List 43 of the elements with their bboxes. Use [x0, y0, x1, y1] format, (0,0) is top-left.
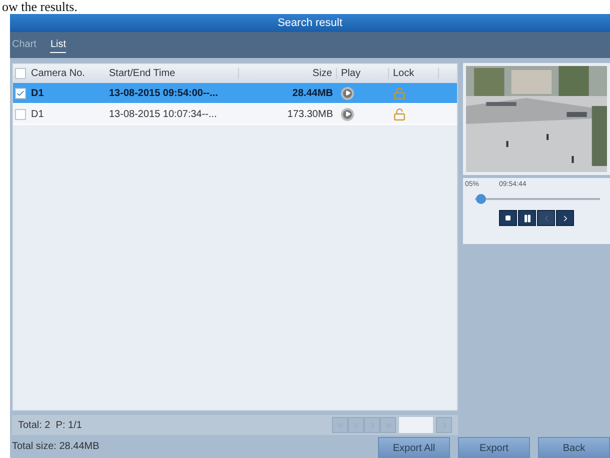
- column-header: Start/End Time: [105, 68, 239, 79]
- column-header: Lock: [389, 68, 439, 79]
- row-checkbox[interactable]: [15, 108, 26, 120]
- column-header: Play: [337, 68, 389, 79]
- footer-button[interactable]: Export All: [378, 437, 450, 458]
- size-cell-text: 173.30MB: [286, 108, 334, 120]
- first-page-button[interactable]: [332, 417, 348, 433]
- camera-cell-text: D1: [30, 108, 45, 120]
- time-cell-text: 13-08-2015 09:54:00--...: [108, 88, 219, 98]
- next-page-button[interactable]: [364, 417, 380, 433]
- next-button[interactable]: [556, 210, 574, 226]
- time-cell-text: 13-08-2015 10:07:34--...: [108, 108, 218, 120]
- play-icon: [344, 90, 350, 96]
- tab[interactable]: List: [50, 37, 66, 53]
- size-cell-text: 28.44MB: [291, 88, 334, 98]
- window-title: Search result: [10, 14, 610, 32]
- document-text: ow the results.: [1, 0, 78, 13]
- row-checkbox[interactable]: [15, 88, 26, 98]
- footer-button[interactable]: Back: [538, 437, 610, 458]
- play-button[interactable]: [341, 108, 354, 120]
- unlocked-icon[interactable]: [393, 108, 406, 120]
- camera-cell-text: D1: [30, 88, 45, 98]
- total-size: Total size: 28.44MB: [12, 441, 100, 452]
- go-button[interactable]: [436, 417, 452, 433]
- table-row[interactable]: D1 13-08-2015 10:07:34--... 173.30MB: [13, 104, 457, 125]
- select-all-checkbox[interactable]: [15, 68, 26, 79]
- column-header: Size: [239, 68, 337, 79]
- column-header: Camera No.: [30, 68, 86, 79]
- pause-button[interactable]: [518, 210, 536, 226]
- pause-icon: [522, 214, 532, 222]
- unlocked-icon[interactable]: [393, 86, 406, 100]
- stop-icon: [505, 215, 511, 221]
- table-row[interactable]: D1 13-08-2015 09:54:00--... 28.44MB: [13, 83, 457, 104]
- page-summary: Total: 2 P: 1/1: [18, 420, 83, 430]
- play-button[interactable]: [341, 86, 354, 100]
- footer-button[interactable]: Export: [458, 437, 530, 458]
- page-input[interactable]: [399, 417, 433, 433]
- slider-thumb[interactable]: [476, 194, 486, 204]
- play-icon: [344, 111, 350, 117]
- previous-page-button[interactable]: [348, 417, 364, 433]
- stop-button[interactable]: [499, 210, 517, 226]
- tab[interactable]: Chart: [12, 37, 36, 53]
- last-page-button[interactable]: [380, 417, 396, 433]
